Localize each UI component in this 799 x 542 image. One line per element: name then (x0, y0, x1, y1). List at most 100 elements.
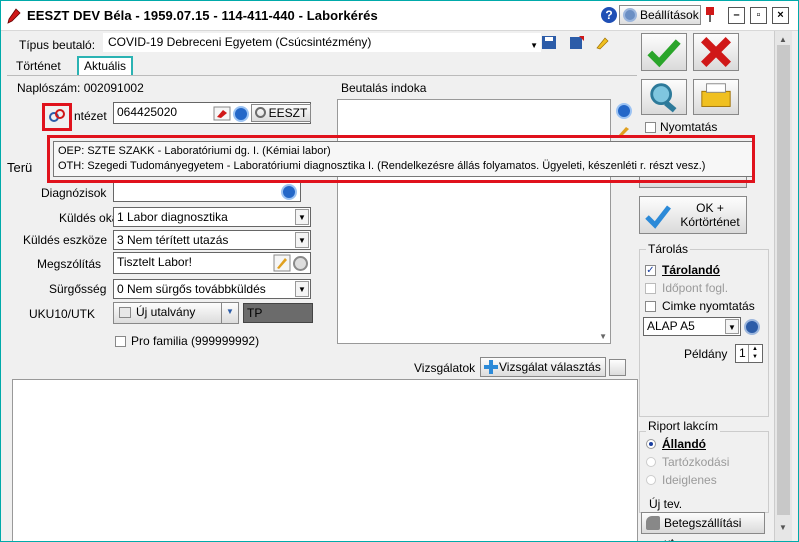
diagnozisok-label: Diagnózisok (41, 186, 107, 200)
clear-icon[interactable] (595, 35, 611, 50)
ok-kortortenet-line1: OK + (696, 201, 724, 215)
gear-icon[interactable] (293, 256, 308, 271)
cross-icon (701, 37, 731, 67)
scroll-down-icon[interactable]: ▼ (599, 332, 607, 341)
cimke-checkbox[interactable] (645, 301, 656, 312)
kuldes-oka-label: Küldés oka (59, 211, 119, 225)
surgosseg-select[interactable]: 0 Nem sürgős továbbküldés ▼ (113, 279, 311, 299)
eeszt-button[interactable]: EESZT (251, 104, 311, 122)
chevron-down-icon: ▼ (725, 319, 739, 334)
megszolitas-label: Megszólítás (37, 257, 102, 271)
diagnozisok-field[interactable] (113, 182, 301, 202)
save-as-icon[interactable] (569, 35, 585, 50)
uj-utalvany-dropdown[interactable]: ▼ (221, 302, 239, 324)
tartozkodasi-radio (646, 457, 656, 467)
kuldes-eszkoze-label: Küldés eszköze (23, 233, 108, 247)
preview-button[interactable] (641, 79, 687, 115)
uku-label: UKU10/UTK (29, 307, 96, 321)
vizsgalatok-list[interactable] (12, 379, 638, 541)
tarolando-checkbox[interactable]: ✓ (645, 265, 656, 276)
idopont-checkbox (645, 283, 656, 294)
vizsgalatok-label: Vizsgálatok (414, 361, 476, 375)
ideiglenes-label: Ideiglenes (662, 473, 717, 487)
chevron-down-icon: ▼ (295, 232, 309, 248)
kuldes-eszkoze-select[interactable]: 3 Nem térített utazás ▼ (113, 230, 311, 250)
edit-icon[interactable] (273, 254, 291, 272)
kuldes-oka-select[interactable]: 1 Labor diagnosztika ▼ (113, 207, 311, 227)
close-button[interactable]: × (772, 7, 789, 24)
tipus-beutalo-value: COVID-19 Debreceni Egyetem (Csúcsintézmé… (108, 35, 372, 49)
search-icon[interactable] (616, 103, 632, 119)
chevron-down-icon: ▼ (295, 281, 309, 297)
settings-button[interactable]: Beállítások (619, 5, 701, 25)
megszolitas-value: Tisztelt Labor! (117, 255, 192, 269)
window-scrollbar[interactable]: ▲ ▼ (774, 31, 792, 541)
link-icon[interactable] (49, 109, 65, 123)
refresh-icon (255, 107, 266, 118)
tarolas-title: Tárolás (646, 242, 691, 256)
search-icon[interactable] (281, 184, 297, 200)
laborkeres-window: EESZT DEV Béla - 1959.07.15 - 114-411-44… (0, 0, 799, 542)
tab-tortenet[interactable]: Történet (11, 58, 66, 75)
terulet-label: Terü (7, 160, 33, 175)
ok-button[interactable] (641, 33, 687, 71)
peldany-value: 1 (739, 346, 746, 360)
naploszam-label: Naplószám: 002091002 (17, 81, 144, 95)
help-icon[interactable]: ? (601, 7, 617, 23)
search-icon[interactable] (233, 106, 249, 122)
beutalas-indoka-label: Beutalás indoka (341, 81, 427, 95)
alap-select[interactable]: ALAP A5 ▼ (643, 317, 741, 336)
vizsgalat-valasztas-label: Vizsgálat választás (499, 360, 601, 374)
peldany-stepper[interactable]: 1 ▲ ▼ (735, 344, 763, 363)
checkmark-icon (647, 39, 681, 68)
peldany-label: Példány (684, 347, 728, 361)
uj-tev-label: Új tev. (649, 497, 683, 511)
list-icon[interactable] (609, 359, 626, 376)
scroll-down-icon[interactable]: ▼ (779, 523, 787, 532)
tartozkodasi-label: Tartózkodási (662, 455, 730, 469)
ambulance-icon (646, 516, 660, 530)
ok-kortortenet-line2: Kórtörténet (680, 215, 740, 229)
idopont-label: Időpont fogl. (662, 281, 729, 295)
checkmark-icon (645, 205, 671, 229)
uj-utalvany-label: Új utalvány (136, 305, 196, 319)
tipus-beutalo-select[interactable]: COVID-19 Debreceni Egyetem (Csúcsintézmé… (103, 33, 541, 52)
uj-utalvany-button[interactable]: Új utalvány (113, 302, 223, 324)
scrollbar-thumb[interactable] (777, 45, 790, 515)
kuldes-oka-value: 1 Labor diagnosztika (117, 210, 228, 224)
eraser-icon[interactable] (213, 106, 231, 121)
kuldes-eszkoze-value: 3 Nem térített utazás (117, 233, 229, 247)
nyomtatas-checkbox[interactable] (645, 122, 656, 133)
chevron-down-icon: ▼ (295, 209, 309, 225)
vizsgalat-valasztas-button[interactable]: Vizsgálat választás (480, 357, 606, 377)
pro-familia-checkbox[interactable] (115, 336, 126, 347)
pin-icon[interactable] (704, 5, 716, 23)
ok-kortortenet-button[interactable]: OK + Kórtörténet (639, 196, 747, 234)
minimize-button[interactable]: – (728, 7, 745, 24)
pro-familia-label: Pro familia (999999992) (131, 334, 260, 348)
allando-label: Állandó (662, 437, 706, 451)
title-bar: EESZT DEV Béla - 1959.07.15 - 114-411-44… (1, 1, 798, 31)
tab-aktualis[interactable]: Aktuális (77, 56, 134, 76)
cancel-button[interactable] (693, 33, 739, 71)
tarolando-label: Tárolandó (662, 263, 721, 277)
eeszt-label: EESZT (268, 106, 308, 120)
tooltip-highlight (47, 135, 755, 183)
tp-field[interactable]: TP (243, 303, 313, 323)
surgosseg-label: Sürgősség (49, 282, 107, 296)
settings-label: Beállítások (640, 8, 699, 22)
document-icon (119, 307, 131, 318)
allando-radio[interactable] (646, 439, 656, 449)
gear-icon[interactable] (744, 319, 760, 335)
scroll-up-icon[interactable]: ▲ (779, 35, 787, 44)
tp-value: TP (247, 306, 263, 320)
tipus-beutalo-label: Típus beutaló: (19, 38, 96, 52)
stepper-arrows-icon[interactable]: ▲ ▼ (748, 345, 761, 362)
betegszallitasi-label: Betegszállítási ut... (664, 516, 742, 541)
maximize-button[interactable]: ▫ (750, 7, 767, 24)
magnifier-icon (650, 83, 677, 113)
print-button[interactable] (693, 79, 739, 115)
betegszallitasi-button[interactable]: Betegszállítási ut... (641, 512, 765, 541)
app-icon (7, 8, 21, 24)
save-icon[interactable] (541, 35, 557, 50)
